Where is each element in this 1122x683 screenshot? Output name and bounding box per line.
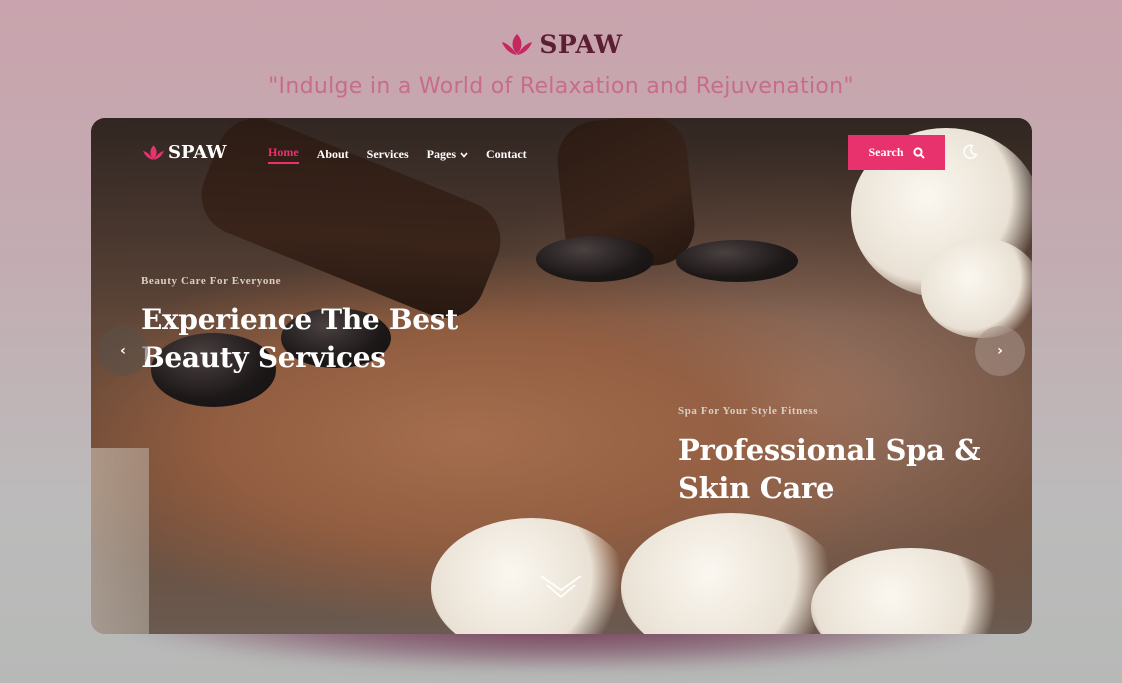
lotus-logo-icon [143, 144, 164, 160]
stone-shape [676, 240, 798, 282]
double-chevron-down-icon[interactable] [538, 573, 584, 601]
brand-name: SPAW [539, 30, 623, 59]
nav-logo[interactable]: SPAW [141, 142, 227, 163]
tagline: "Indulge in a World of Relaxation and Re… [268, 74, 854, 99]
lotus-logo-icon [502, 33, 533, 55]
search-icon [912, 146, 925, 159]
towel-shape [91, 448, 149, 634]
chevron-left-icon: ‹ [120, 343, 126, 359]
search-button[interactable]: Search [848, 135, 945, 170]
nav-label: Services [366, 147, 409, 161]
moon-icon[interactable] [961, 143, 979, 161]
slide-kicker: Spa For Your Style Fitness [678, 405, 819, 417]
chevron-down-icon [460, 151, 468, 158]
nav-label: Home [268, 145, 299, 159]
headline-line: Skin Care [678, 471, 835, 505]
slider-next-button[interactable]: › [975, 326, 1025, 376]
flower-shape [621, 513, 841, 634]
nav-label: Contact [485, 147, 527, 161]
site-logo: SPAW [0, 30, 1122, 59]
slide-headline: Experience The Best Beauty Services [141, 301, 458, 377]
nav-label: About [316, 147, 349, 161]
search-label: Search [868, 145, 904, 159]
flower-shape [811, 548, 1011, 634]
headline-line: Professional Spa & [678, 433, 981, 467]
nav-item-contact[interactable]: Contact [486, 147, 527, 162]
flower-shape [431, 518, 631, 634]
slide-caption-right: Spa For Your Style Fitness Professional … [678, 405, 981, 507]
slide-kicker: Beauty Care For Everyone [141, 275, 282, 287]
nav-item-about[interactable]: About [317, 147, 349, 162]
nav-item-home[interactable]: Home [268, 145, 299, 164]
hero-slider: SPAW Home About Services Pages Contact S… [91, 118, 1032, 634]
headline-line: Experience The Best [141, 303, 458, 336]
nav-brand-name: SPAW [168, 142, 227, 163]
chevron-right-icon: › [997, 343, 1003, 359]
main-nav: Home About Services Pages Contact [268, 145, 527, 164]
slide-headline: Professional Spa & Skin Care [678, 431, 981, 507]
nav-item-services[interactable]: Services [367, 147, 409, 162]
nav-label: Pages [426, 147, 456, 161]
flower-shape [921, 238, 1032, 338]
headline-line: Beauty Services [141, 341, 386, 374]
nav-item-pages[interactable]: Pages [427, 147, 468, 162]
slider-prev-button[interactable]: ‹ [98, 326, 148, 376]
slide-caption-left: Beauty Care For Everyone Experience The … [141, 275, 458, 377]
stone-shape [536, 236, 654, 282]
